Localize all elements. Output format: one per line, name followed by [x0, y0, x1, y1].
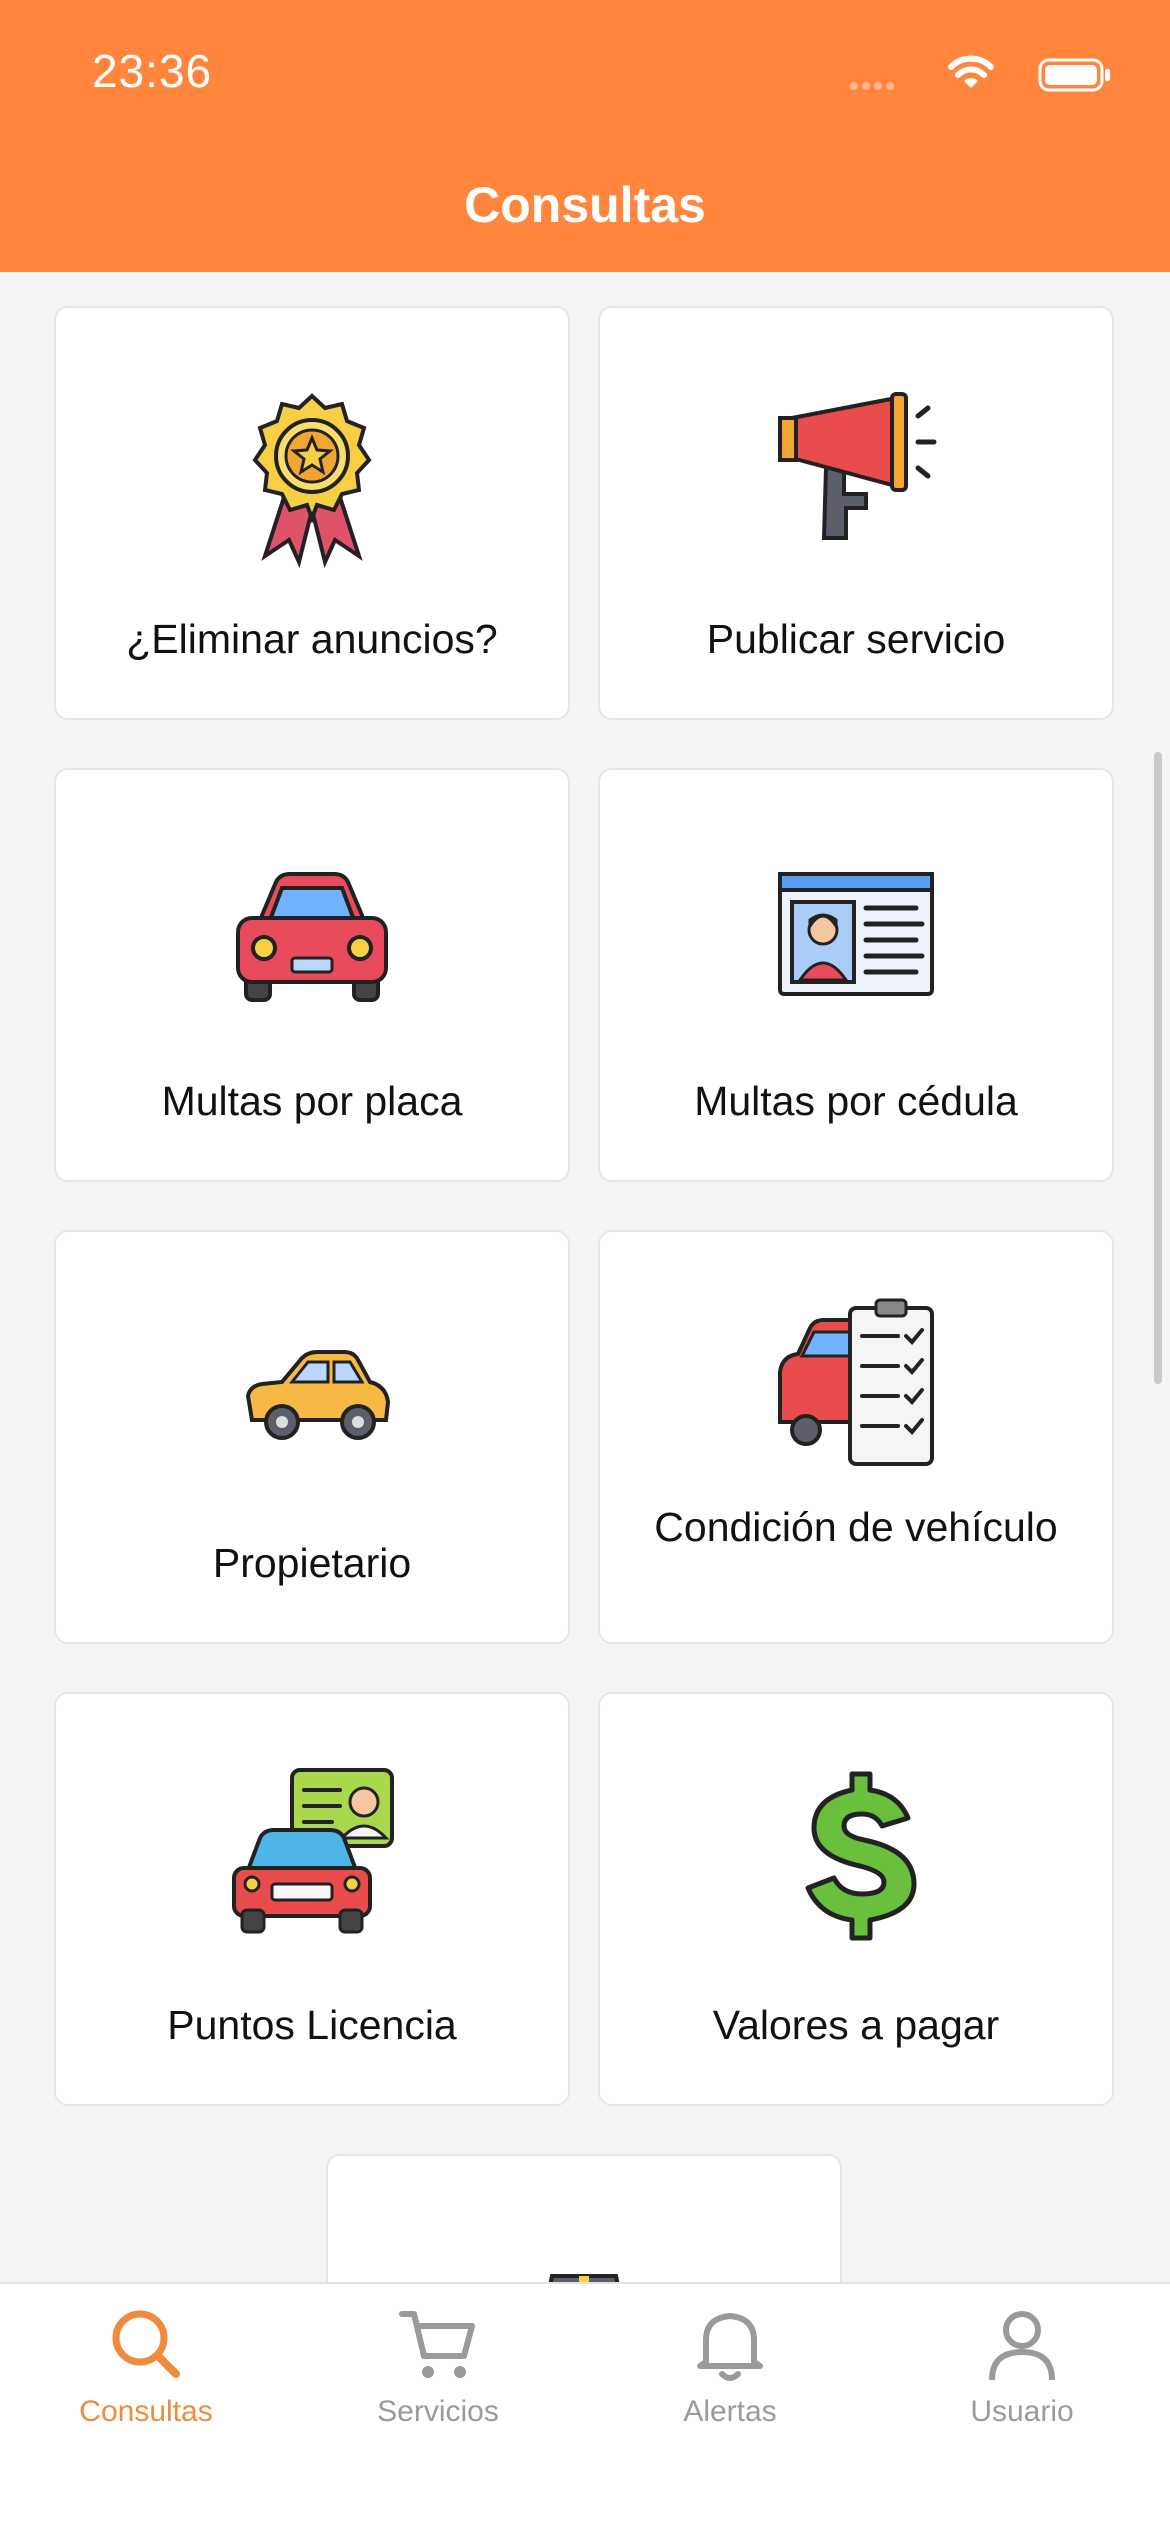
user-icon — [989, 2311, 1055, 2381]
card-label: Valores a pagar — [712, 2002, 1000, 2048]
id-card-icon — [778, 872, 934, 996]
card-label: Propietario — [212, 1540, 412, 1586]
tab-label: Alertas — [683, 2395, 777, 2428]
cart-icon — [399, 2311, 475, 2378]
signal-icon — [850, 82, 894, 90]
car-license-icon — [232, 1768, 394, 1934]
card-eliminar-anuncios[interactable]: ¿Eliminar anuncios? — [54, 306, 570, 720]
card-condicion-vehiculo[interactable]: Condición de vehículo — [598, 1230, 1114, 1644]
tab-label: Consultas — [79, 2395, 213, 2428]
page-title: Consultas — [464, 177, 706, 233]
wifi-icon — [948, 55, 994, 88]
card-propietario[interactable]: Propietario — [54, 1230, 570, 1644]
card-valores-pagar[interactable]: Valores a pagar — [598, 1692, 1114, 2106]
scrollbar[interactable] — [1154, 752, 1162, 1384]
card-label: Puntos Licencia — [167, 2002, 457, 2048]
card-multas-cedula[interactable]: Multas por cédula — [598, 768, 1114, 1182]
card-label: Multas por placa — [161, 1078, 463, 1124]
tab-bar: Consultas Servicios Alertas Usuario — [0, 2282, 1170, 2534]
app-header: 23:36 Consultas — [0, 0, 1170, 272]
car-checklist-icon — [778, 1298, 934, 1466]
yellow-car-icon — [245, 1350, 391, 1440]
road-icon — [548, 2274, 620, 2282]
card-label: Publicar servicio — [706, 616, 1006, 662]
card-puntos-licencia[interactable]: Puntos Licencia — [54, 1692, 570, 2106]
tab-label: Servicios — [377, 2395, 499, 2428]
megaphone-icon — [778, 392, 937, 540]
card-label: Condición de vehículo — [654, 1504, 1058, 1550]
tab-consultas[interactable]: Consultas — [0, 2304, 292, 2429]
battery-icon — [1038, 58, 1110, 92]
card-label: Multas por cédula — [694, 1078, 1018, 1124]
consultas-grid[interactable]: ¿Eliminar anuncios? Publicar servicio Mu… — [0, 272, 1170, 2282]
dollar-sign-icon — [805, 1771, 917, 1941]
award-medal-icon — [252, 393, 372, 568]
tab-servicios[interactable]: Servicios — [292, 2304, 584, 2429]
search-icon — [112, 2310, 180, 2378]
tab-alertas[interactable]: Alertas — [584, 2304, 876, 2429]
card-road[interactable] — [326, 2154, 842, 2282]
red-car-front-icon — [236, 872, 388, 1002]
bell-icon — [697, 2313, 763, 2381]
status-time: 23:36 — [92, 45, 213, 97]
card-publicar-servicio[interactable]: Publicar servicio — [598, 306, 1114, 720]
tab-usuario[interactable]: Usuario — [876, 2304, 1168, 2429]
tab-label: Usuario — [970, 2395, 1074, 2428]
card-multas-placa[interactable]: Multas por placa — [54, 768, 570, 1182]
card-label: ¿Eliminar anuncios? — [126, 616, 498, 662]
